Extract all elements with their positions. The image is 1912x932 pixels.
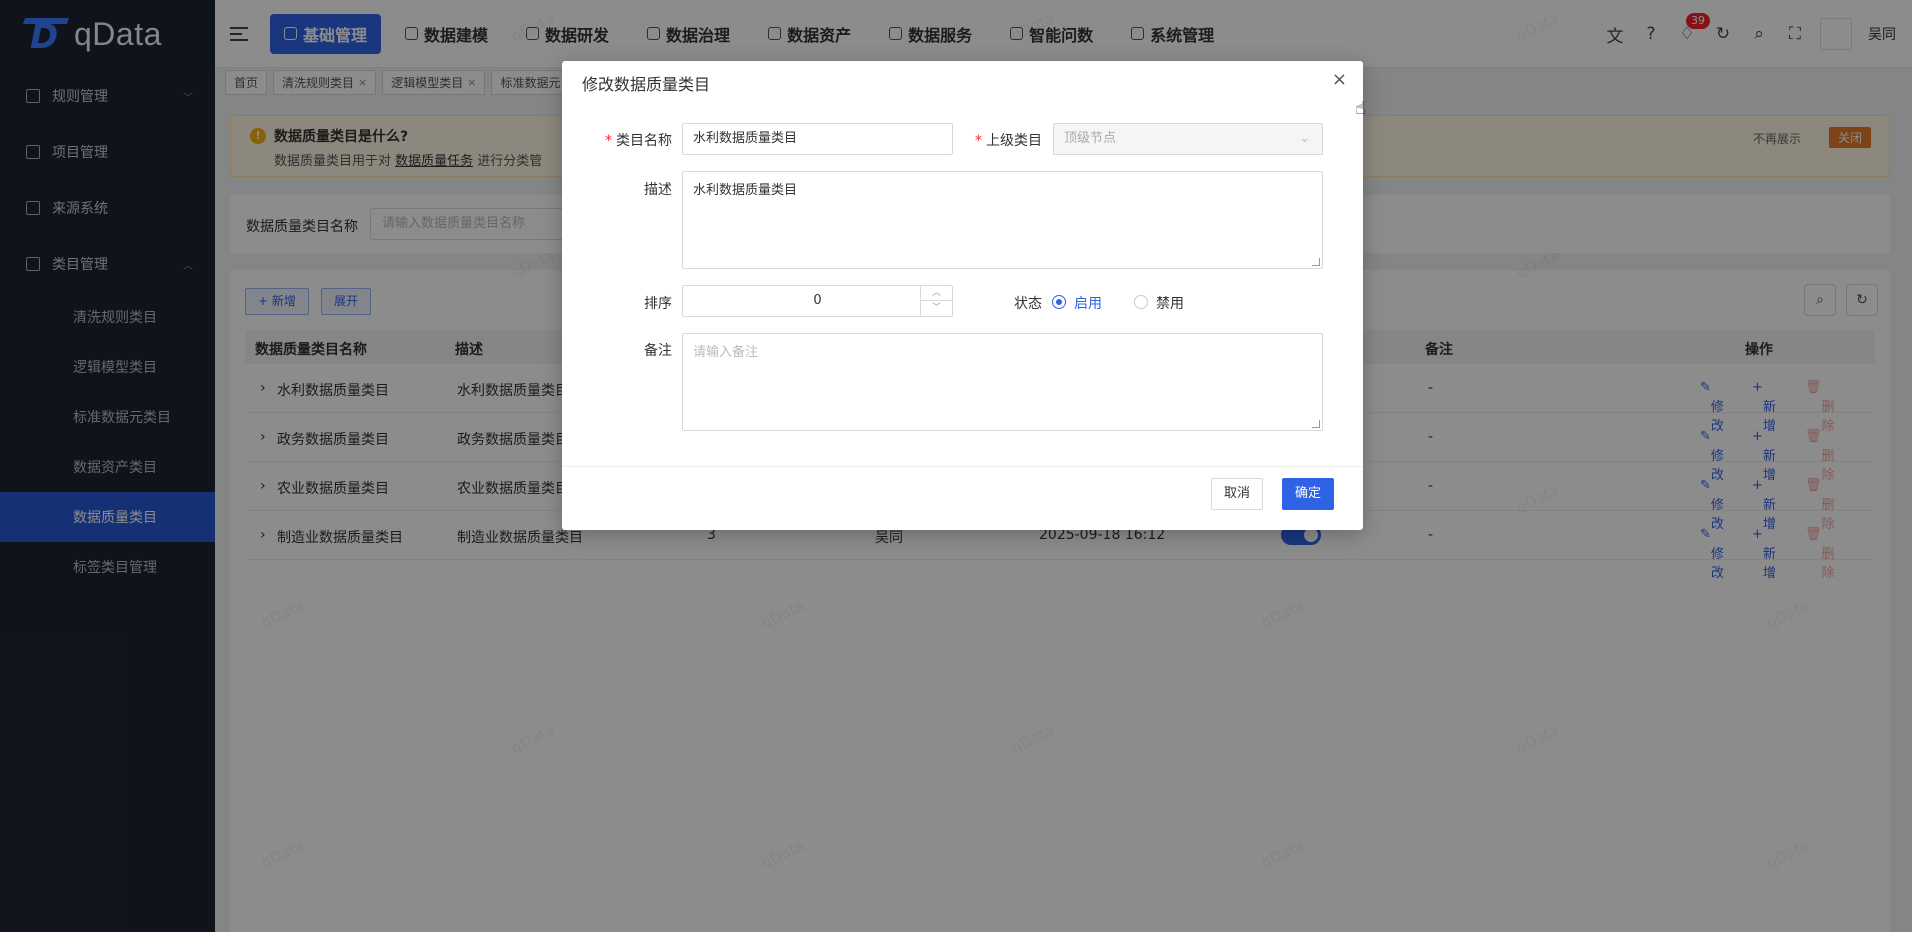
order-value: 0 <box>813 293 822 308</box>
description-value: 水利数据质量类目 <box>693 183 798 198</box>
confirm-button[interactable]: 确定 <box>1282 478 1335 510</box>
cancel-button[interactable]: 取消 <box>1211 478 1264 510</box>
hand-cursor-icon: ☝ <box>1355 98 1366 119</box>
close-icon[interactable]: × <box>1332 69 1347 90</box>
status-enabled-radio[interactable] <box>1052 295 1066 309</box>
status-disabled-radio[interactable] <box>1134 295 1148 309</box>
dialog-title: 修改数据质量类目 <box>582 75 711 94</box>
remark-label: 备注 <box>644 343 672 359</box>
category-name-input[interactable]: 水利数据质量类目 <box>682 123 953 155</box>
parent-value: 顶级节点 <box>1064 131 1117 146</box>
chevron-up-icon[interactable]: ︿ <box>921 286 952 301</box>
status-label: 状态 <box>1014 296 1042 312</box>
name-label-text: 类目名称 <box>616 133 672 149</box>
remark-textarea[interactable]: 请输入备注 <box>682 333 1323 431</box>
name-label: * 类目名称 <box>605 133 672 149</box>
desc-label: 描述 <box>644 182 672 198</box>
chevron-down-icon[interactable]: ﹀ <box>921 301 952 316</box>
order-stepper[interactable]: 0 ︿ ﹀ <box>682 285 953 317</box>
parent-label: * 上级类目 <box>975 133 1042 149</box>
edit-category-dialog: 修改数据质量类目 × * 类目名称 水利数据质量类目 * 上级类目 顶级节点 ⌄ 描述… <box>562 61 1363 530</box>
parent-label-text: 上级类目 <box>986 133 1042 149</box>
chevron-down-icon: ⌄ <box>1299 131 1310 146</box>
status-enabled-label[interactable]: 启用 <box>1074 293 1102 313</box>
parent-category-select[interactable]: 顶级节点 ⌄ <box>1053 123 1323 155</box>
dialog-divider <box>562 466 1363 467</box>
resize-handle-icon[interactable] <box>1312 420 1320 428</box>
resize-handle-icon[interactable] <box>1312 258 1320 266</box>
remark-placeholder: 请输入备注 <box>693 345 759 360</box>
stepper-controls[interactable]: ︿ ﹀ <box>920 286 952 316</box>
order-label: 排序 <box>644 296 672 312</box>
status-disabled-label[interactable]: 禁用 <box>1156 293 1184 313</box>
description-textarea[interactable]: 水利数据质量类目 <box>682 171 1323 269</box>
